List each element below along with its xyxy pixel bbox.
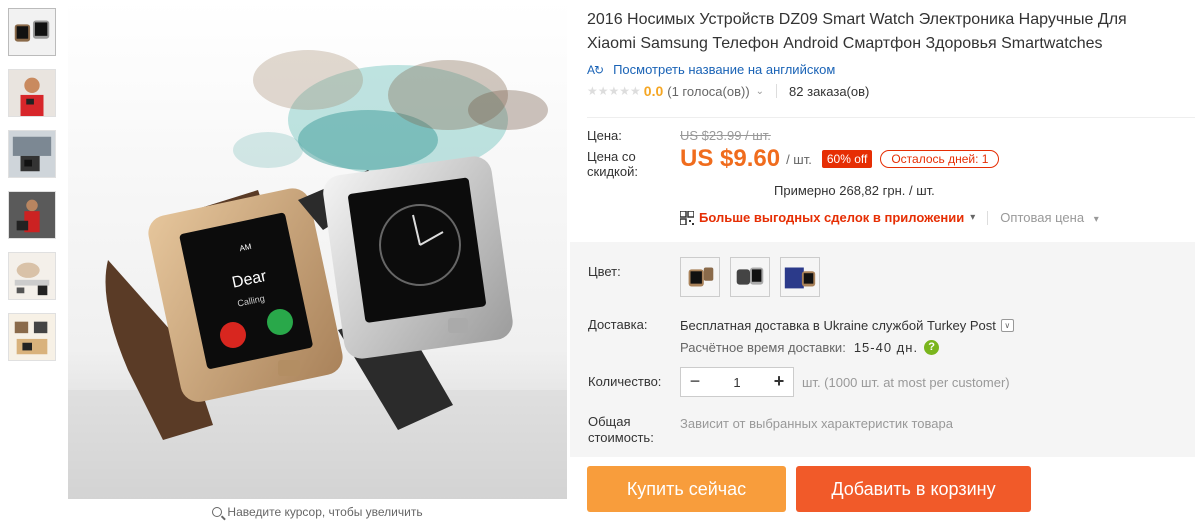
delivery-time-value: 15-40 дн. bbox=[853, 340, 919, 355]
orders-count: 82 заказа(ов) bbox=[789, 83, 870, 99]
translate-icon: A↻ bbox=[587, 62, 604, 77]
discount-price: US $9.60 bbox=[680, 145, 781, 172]
zoom-hint-text: Наведите курсор, чтобы увеличить bbox=[227, 505, 423, 519]
old-price: US $23.99 / шт. bbox=[680, 128, 771, 143]
rating-votes[interactable]: (1 голоса(ов)) bbox=[667, 84, 749, 99]
rating-stars: ★★★★★ bbox=[587, 84, 641, 98]
discount-price-label: Цена со скидкой: bbox=[587, 149, 638, 179]
discount-badge: 60% off bbox=[821, 150, 873, 168]
divider bbox=[776, 84, 778, 98]
add-to-cart-button[interactable]: Добавить в корзину bbox=[796, 466, 1031, 512]
buy-now-button[interactable]: Купить сейчас bbox=[587, 466, 786, 512]
thumbnail-3[interactable] bbox=[8, 130, 56, 178]
options-panel: Цвет: Доставка: Бесплатная доставка в Uk… bbox=[570, 242, 1195, 457]
wholesale-price-text[interactable]: Оптовая цена bbox=[1000, 210, 1084, 225]
product-info: 2016 Носимых Устройств DZ09 Smart Watch … bbox=[587, 8, 1195, 99]
zoom-hint: Наведите курсор, чтобы увеличить bbox=[68, 505, 567, 519]
thumbnail-1[interactable] bbox=[8, 8, 56, 56]
divider bbox=[987, 210, 989, 225]
translate-link[interactable]: A↻ Посмотреть название на английском bbox=[587, 62, 1195, 77]
days-left-badge: Осталось дней: 1 bbox=[880, 150, 1000, 168]
color-swatch-gold[interactable] bbox=[680, 257, 720, 297]
shipping-method[interactable]: Бесплатная доставка в Ukraine службой Tu… bbox=[680, 318, 1014, 333]
color-label: Цвет: bbox=[588, 264, 621, 279]
total-price-text: Зависит от выбранных характеристик товар… bbox=[680, 416, 953, 431]
chevron-down-icon[interactable]: ∨ bbox=[1000, 319, 1014, 332]
thumbnail-2[interactable] bbox=[8, 69, 56, 117]
qr-code-icon bbox=[680, 210, 694, 225]
chevron-down-icon[interactable]: ▾ bbox=[1094, 214, 1099, 225]
chevron-down-icon[interactable]: ▾ bbox=[970, 212, 975, 223]
chevron-down-icon[interactable]: ⌄ bbox=[756, 86, 764, 97]
total-label: Общая стоимость: bbox=[588, 414, 654, 445]
delivery-time: Расчётное время доставки: 15-40 дн. ? bbox=[680, 340, 940, 355]
shipping-text: Бесплатная доставка в Ukraine службой Tu… bbox=[680, 318, 996, 333]
delivery-time-label: Расчётное время доставки: bbox=[680, 340, 846, 355]
approx-price: Примерно 268,82 грн. / шт. bbox=[774, 183, 935, 198]
quantity-note: шт. (1000 шт. at most per customer) bbox=[802, 375, 1010, 390]
product-title: 2016 Носимых Устройств DZ09 Smart Watch … bbox=[587, 11, 1127, 52]
thumbnail-5[interactable] bbox=[8, 252, 56, 300]
translate-link-text[interactable]: Посмотреть название на английском bbox=[613, 62, 835, 77]
magnifier-icon bbox=[212, 507, 223, 517]
main-product-image[interactable]: Dear Calling AM bbox=[68, 0, 567, 499]
quantity-stepper: − + bbox=[680, 367, 794, 397]
thumbnail-4[interactable] bbox=[8, 191, 56, 239]
help-icon[interactable]: ? bbox=[924, 340, 940, 355]
rating-row: ★★★★★ 0.0 (1 голоса(ов)) ⌄ 82 заказа(ов) bbox=[587, 83, 1195, 99]
thumbnail-list bbox=[8, 8, 58, 374]
thumbnail-6[interactable] bbox=[8, 313, 56, 361]
rating-score: 0.0 bbox=[643, 83, 664, 99]
price-block: Цена: US $23.99 / шт. Цена со скидкой: U… bbox=[587, 117, 1195, 225]
price-unit: / шт. bbox=[786, 151, 812, 167]
quantity-label: Количество: bbox=[588, 374, 662, 389]
wholesale-price-link[interactable]: Оптовая цена ▾ bbox=[1000, 210, 1098, 225]
increase-quantity-button[interactable]: + bbox=[765, 368, 793, 396]
price-label: Цена: bbox=[587, 128, 622, 143]
color-swatch-silver[interactable] bbox=[730, 257, 770, 297]
shipping-label: Доставка: bbox=[588, 317, 648, 332]
color-swatch-box[interactable] bbox=[780, 257, 820, 297]
app-deals-link[interactable]: Больше выгодных сделок в приложении ▾ bbox=[680, 210, 975, 225]
app-deals-text[interactable]: Больше выгодных сделок в приложении bbox=[699, 210, 964, 225]
quantity-input[interactable] bbox=[709, 368, 765, 396]
decrease-quantity-button[interactable]: − bbox=[681, 368, 709, 396]
